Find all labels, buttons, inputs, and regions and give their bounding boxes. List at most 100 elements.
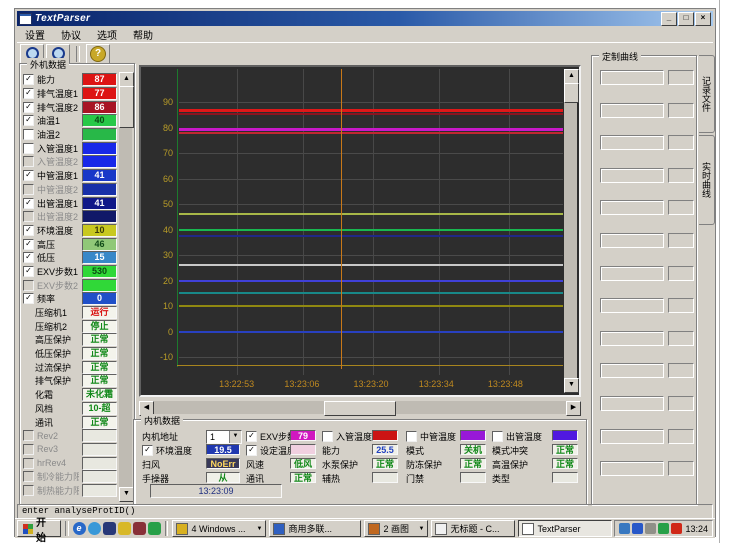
close-button[interactable]: × xyxy=(695,12,711,26)
custom-curve-field-small[interactable] xyxy=(668,363,694,378)
custom-curve-field[interactable] xyxy=(600,298,664,313)
checkbox[interactable]: ✓ xyxy=(246,445,257,456)
menu-item-0[interactable]: 设置 xyxy=(17,27,53,42)
scroll-up-icon[interactable]: ▲ xyxy=(119,72,134,87)
checkbox[interactable]: ✓ xyxy=(23,74,34,85)
update-icon[interactable] xyxy=(148,522,161,535)
time-cursor-line[interactable] xyxy=(341,69,342,369)
custom-curve-field[interactable] xyxy=(600,396,664,411)
sidebar-item-label: Rev2 xyxy=(37,431,79,441)
checkbox[interactable]: ✓ xyxy=(246,431,257,442)
custom-curve-field-small[interactable] xyxy=(668,461,694,476)
start-button[interactable]: 开始 xyxy=(17,520,61,537)
custom-curve-field-small[interactable] xyxy=(668,70,694,85)
chart-vertical-scrollbar[interactable]: ▲ ▼ xyxy=(564,69,577,393)
task-button-0[interactable]: 4 Windows ...▼ xyxy=(172,520,266,537)
task-button-icon xyxy=(435,523,447,535)
menu-item-2[interactable]: 选项 xyxy=(89,27,125,42)
custom-curve-field-small[interactable] xyxy=(668,135,694,150)
chart-horizontal-scrollbar[interactable]: ◀ ▶ xyxy=(139,401,581,414)
custom-curve-field-small[interactable] xyxy=(668,168,694,183)
checkbox[interactable]: ✓ xyxy=(23,170,34,181)
sidebar-scrollbar[interactable]: ▲ ▼ xyxy=(119,72,132,502)
scroll-down-icon[interactable]: ▼ xyxy=(564,378,579,393)
tray-volume-icon[interactable] xyxy=(645,523,656,534)
sidebar-item-label: 高压保护 xyxy=(35,333,79,346)
custom-curve-field[interactable] xyxy=(600,70,664,85)
custom-curve-field[interactable] xyxy=(600,168,664,183)
chevron-down-icon[interactable]: ▼ xyxy=(229,431,241,443)
lock-icon[interactable] xyxy=(133,522,146,535)
checkbox[interactable]: ✓ xyxy=(23,115,34,126)
scrollbar-thumb[interactable] xyxy=(324,401,396,416)
task-button-1[interactable]: 商用多联... xyxy=(269,520,361,537)
desktop: TextParser _ □ × 设置协议选项帮助 ? 外机数据 ✓能力87✓排… xyxy=(14,8,716,537)
indoor-label-text: 内机地址 xyxy=(142,430,178,443)
mail-icon[interactable] xyxy=(103,522,116,535)
tray-download-icon[interactable] xyxy=(671,523,682,534)
custom-curve-field[interactable] xyxy=(600,429,664,444)
checkbox[interactable] xyxy=(322,431,333,442)
checkbox[interactable]: ✓ xyxy=(23,198,34,209)
custom-curve-field[interactable] xyxy=(600,331,664,346)
custom-curve-field-small[interactable] xyxy=(668,429,694,444)
indoor-label-text: 入管温度 xyxy=(336,430,372,443)
tab-realtime-curve[interactable]: 实时曲线 xyxy=(699,135,715,225)
checkbox[interactable] xyxy=(492,431,503,442)
custom-curve-field[interactable] xyxy=(600,200,664,215)
tray-monitor-icon[interactable] xyxy=(658,523,669,534)
custom-curve-field-small[interactable] xyxy=(668,396,694,411)
chevron-down-icon[interactable]: ▼ xyxy=(419,526,425,532)
maximize-button[interactable]: □ xyxy=(678,12,694,26)
custom-curve-field-small[interactable] xyxy=(668,200,694,215)
checkbox[interactable]: ✓ xyxy=(23,266,34,277)
custom-curve-field-small[interactable] xyxy=(668,331,694,346)
custom-curve-field-small[interactable] xyxy=(668,266,694,281)
custom-curve-field-small[interactable] xyxy=(668,103,694,118)
task-button-3[interactable]: 无标题 - C... xyxy=(431,520,515,537)
scroll-up-icon[interactable]: ▲ xyxy=(564,69,579,84)
checkbox[interactable] xyxy=(23,129,34,140)
checkbox[interactable] xyxy=(406,431,417,442)
tray-messenger-icon[interactable] xyxy=(632,523,643,534)
menu-item-3[interactable]: 帮助 xyxy=(125,27,161,42)
custom-curve-field[interactable] xyxy=(600,135,664,150)
help-button[interactable]: ? xyxy=(86,44,110,64)
indoor-value-badge xyxy=(290,444,316,455)
checkbox[interactable]: ✓ xyxy=(23,88,34,99)
sidebar-item-label: 排气温度2 xyxy=(37,101,79,114)
checkbox[interactable]: ✓ xyxy=(23,102,34,113)
indoor-label-类型: 类型 xyxy=(492,472,510,485)
checkbox[interactable]: ✓ xyxy=(23,239,34,250)
checkbox[interactable]: ✓ xyxy=(142,445,153,456)
checkbox[interactable]: ✓ xyxy=(23,225,34,236)
tray-hand-icon[interactable] xyxy=(619,523,630,534)
chevron-down-icon[interactable]: ▼ xyxy=(257,526,263,532)
task-button-2[interactable]: 2 画图▼ xyxy=(364,520,428,537)
minimize-button[interactable]: _ xyxy=(661,12,677,26)
custom-curve-field[interactable] xyxy=(600,266,664,281)
checkbox[interactable]: ✓ xyxy=(23,252,34,263)
scroll-down-icon[interactable]: ▼ xyxy=(119,487,134,502)
scrollbar-thumb[interactable] xyxy=(119,86,134,128)
trend-chart[interactable]: 9080706050403020100-10 13:22:5313:23:061… xyxy=(139,65,581,397)
ie-icon[interactable]: e xyxy=(73,522,86,535)
custom-curve-field-small[interactable] xyxy=(668,298,694,313)
scrollbar-thumb[interactable] xyxy=(564,83,579,103)
tab-record-file[interactable]: 记录文件 xyxy=(699,55,715,133)
title-bar[interactable]: TextParser _ □ × xyxy=(17,11,713,26)
checkbox[interactable]: ✓ xyxy=(23,293,34,304)
custom-curve-field[interactable] xyxy=(600,461,664,476)
menu-item-1[interactable]: 协议 xyxy=(53,27,89,42)
custom-curve-field[interactable] xyxy=(600,233,664,248)
browser-icon[interactable] xyxy=(88,522,101,535)
custom-curve-field[interactable] xyxy=(600,103,664,118)
sidebar-row: ✓油温140 xyxy=(23,114,117,128)
indoor-address-dropdown[interactable]: 1▼ xyxy=(206,430,242,444)
checkbox[interactable] xyxy=(23,143,34,154)
custom-curve-field-small[interactable] xyxy=(668,233,694,248)
scroll-right-icon[interactable]: ▶ xyxy=(566,401,581,416)
folder-icon[interactable] xyxy=(118,522,131,535)
task-button-4[interactable]: TextParser xyxy=(518,520,612,537)
custom-curve-field[interactable] xyxy=(600,363,664,378)
